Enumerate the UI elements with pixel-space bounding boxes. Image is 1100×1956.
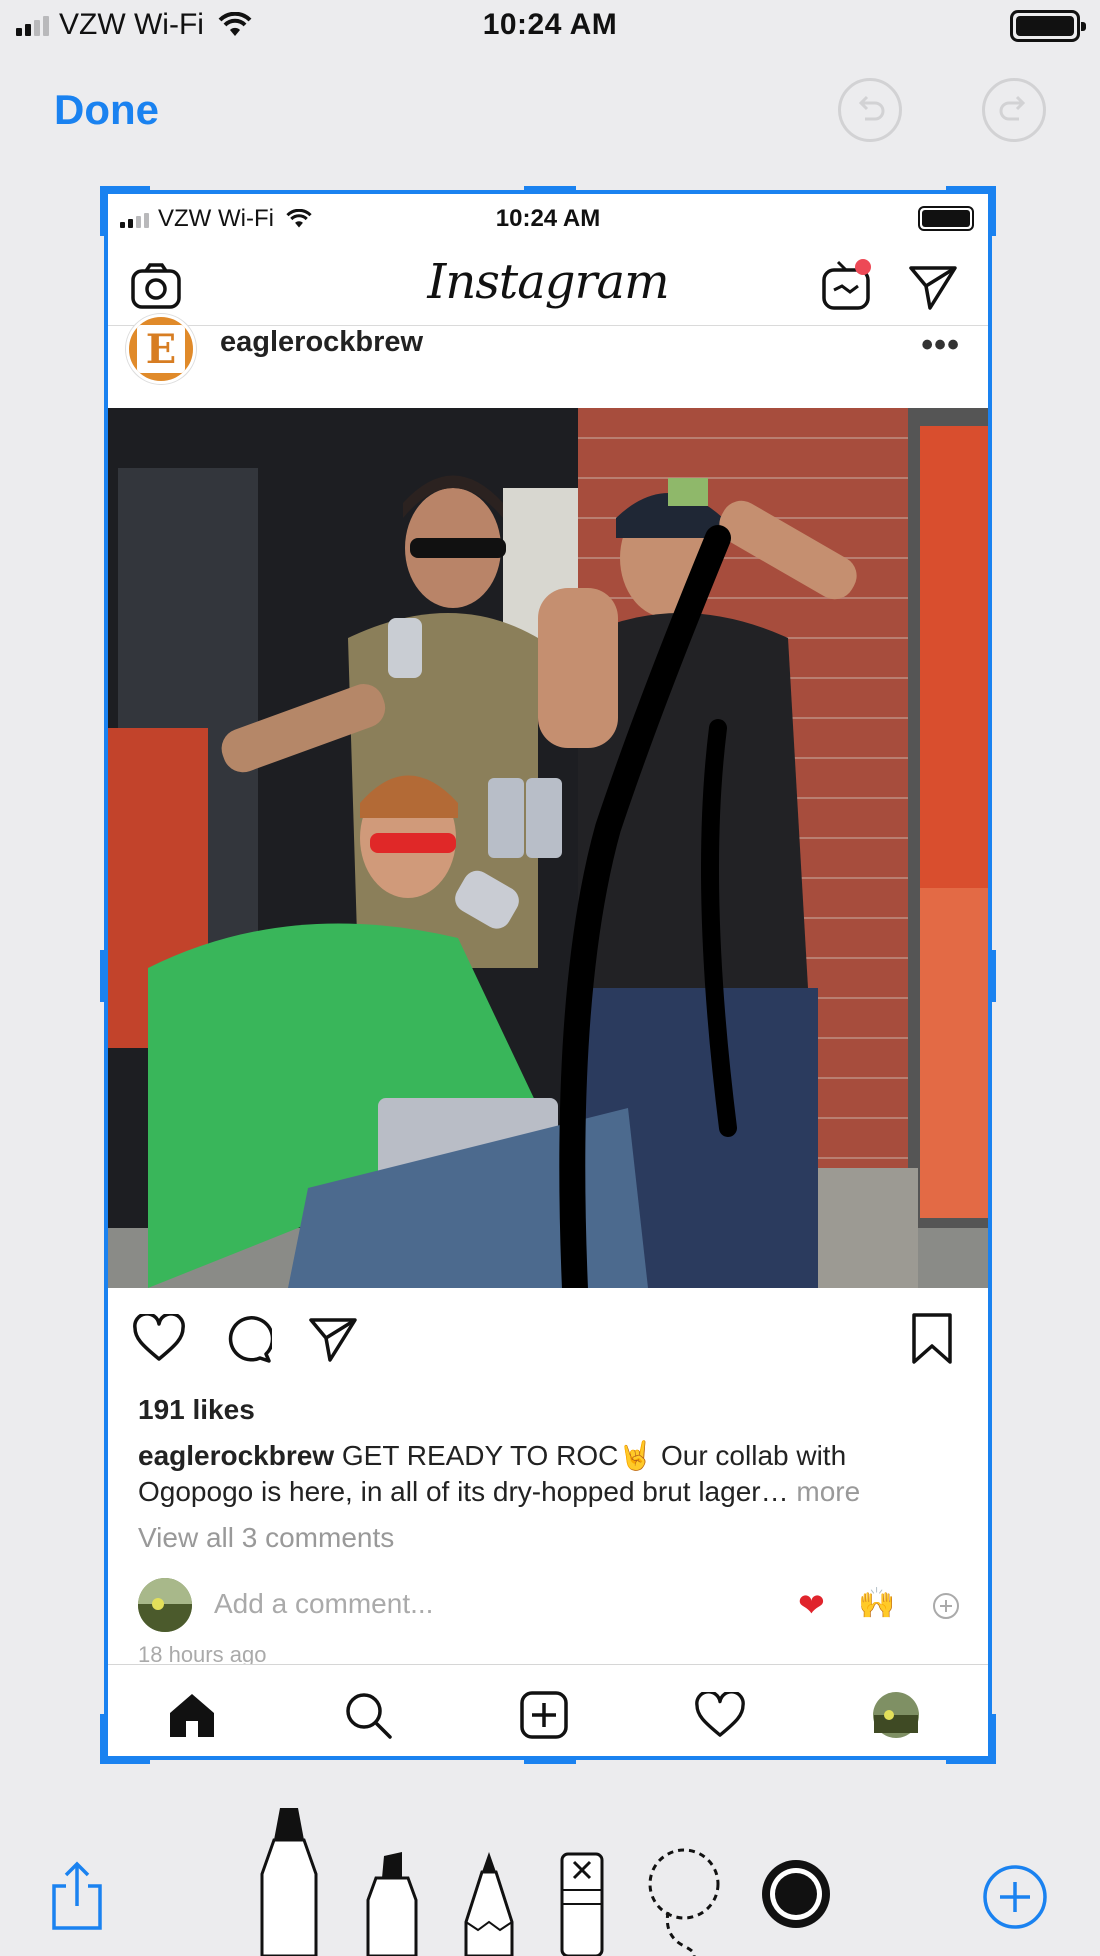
avatar-logo-letter: E [137, 325, 185, 373]
likes-count[interactable]: 191 likes [138, 1394, 255, 1426]
add-icon[interactable] [982, 1864, 1048, 1930]
tab-search[interactable] [340, 1687, 396, 1743]
battery-icon [1010, 10, 1086, 42]
more-options-button[interactable]: ••• [921, 326, 960, 365]
igtv-icon[interactable] [820, 258, 874, 312]
screenshot-clock: 10:24 AM [495, 205, 601, 232]
crop-handle-top[interactable] [524, 186, 576, 194]
screenshot-canvas[interactable]: VZW Wi-Fi 10:24 AM Instagram E eaglerock… [104, 190, 992, 1760]
crop-handle-top-right-vertical[interactable] [988, 186, 996, 236]
eraser-tool-icon[interactable] [556, 1850, 608, 1956]
crop-handle-bottom-right-vertical[interactable] [988, 1714, 996, 1764]
search-icon [346, 1693, 392, 1739]
markup-toolbar [0, 1790, 1100, 1956]
bookmark-icon[interactable] [910, 1312, 954, 1366]
caption-more-link[interactable]: more [789, 1476, 860, 1507]
comment-row: Add a comment... ❤ 🙌 [108, 1572, 988, 1642]
tab-new-post[interactable] [516, 1687, 572, 1743]
caption-username[interactable]: eaglerockbrew [138, 1440, 334, 1471]
color-picker-icon[interactable] [758, 1856, 834, 1932]
marker-tool-icon[interactable] [364, 1850, 420, 1956]
device-status-bar: VZW Wi-Fi 10:24 AM [0, 0, 1100, 54]
crop-handle-bottom[interactable] [524, 1756, 576, 1764]
share-icon[interactable] [308, 1316, 358, 1362]
done-button[interactable]: Done [54, 86, 159, 134]
tab-home[interactable] [164, 1687, 220, 1743]
post-avatar[interactable]: E [126, 314, 196, 384]
crop-handle-left[interactable] [100, 950, 108, 1002]
post-header: E eaglerockbrew ••• [108, 314, 988, 398]
comment-icon[interactable] [222, 1314, 272, 1364]
direct-icon[interactable] [908, 264, 958, 310]
crop-handle-right[interactable] [988, 950, 996, 1002]
raised-hands-emoji-button[interactable]: 🙌 [858, 1586, 895, 1621]
tab-activity[interactable] [692, 1687, 748, 1743]
post-caption: eaglerockbrew GET READY TO ROC🤘 Our coll… [138, 1438, 968, 1510]
post-username[interactable]: eaglerockbrew [220, 326, 423, 359]
comment-input[interactable]: Add a comment... [214, 1588, 433, 1620]
undo-icon [858, 95, 885, 121]
redo-button[interactable] [982, 78, 1046, 142]
heart-emoji-button[interactable]: ❤ [798, 1586, 825, 1624]
battery-icon [918, 206, 974, 231]
post-actions [108, 1288, 988, 1398]
view-comments-link[interactable]: View all 3 comments [138, 1522, 394, 1554]
activity-icon [695, 1692, 745, 1737]
post-photo[interactable] [108, 408, 988, 1288]
tab-profile[interactable] [868, 1687, 924, 1743]
crop-handle-top-left-vertical[interactable] [100, 186, 108, 236]
profile-icon [873, 1692, 919, 1738]
lasso-tool-icon[interactable] [644, 1846, 724, 1956]
post-photo-image [108, 408, 988, 1288]
instagram-header: Instagram [108, 242, 988, 326]
home-icon [170, 1694, 214, 1737]
redo-icon [999, 95, 1026, 121]
undo-button[interactable] [838, 78, 902, 142]
pen-tool-icon[interactable] [258, 1804, 320, 1956]
share-sheet-icon[interactable] [50, 1860, 104, 1932]
screenshot-status-bar: VZW Wi-Fi 10:24 AM [108, 194, 988, 242]
like-icon[interactable] [132, 1314, 186, 1362]
pencil-tool-icon[interactable] [462, 1850, 516, 1956]
new-post-icon [520, 1691, 568, 1739]
instagram-tab-bar [108, 1664, 988, 1756]
comment-avatar [138, 1578, 192, 1632]
add-emoji-icon[interactable] [932, 1592, 960, 1620]
clock: 10:24 AM [482, 8, 618, 41]
crop-handle-bottom-left-vertical[interactable] [100, 1714, 108, 1764]
